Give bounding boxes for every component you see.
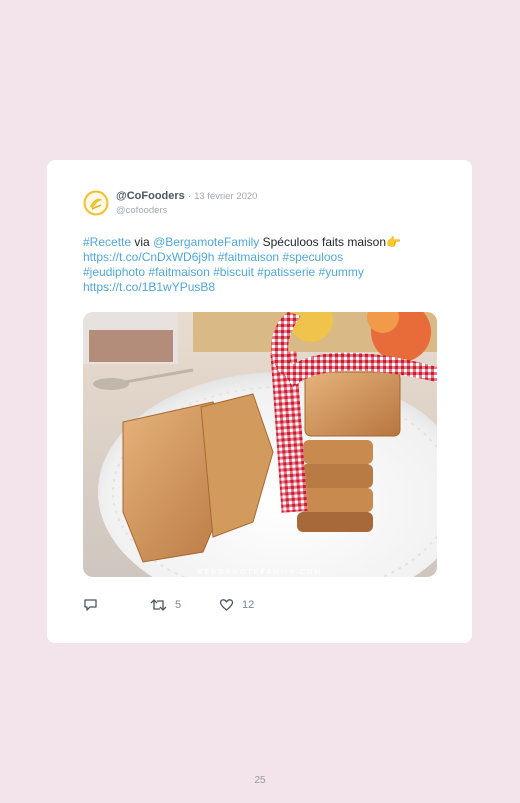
hashtag-link[interactable]: #yummy — [319, 265, 364, 279]
name-line: @CoFooders · 13 février 2020 — [116, 190, 257, 203]
hashtag-link[interactable]: #biscuit — [213, 265, 254, 279]
tweet-actions: 5 12 — [83, 598, 443, 614]
text-title: Spéculoos faits maison — [262, 235, 387, 249]
hashtag-link[interactable]: #faitmaison — [148, 265, 209, 279]
heart-icon — [219, 599, 234, 611]
retweet-count: 5 — [175, 599, 182, 611]
hashtag-link[interactable]: #Recette — [83, 235, 131, 249]
tweet-text: #Recette via @BergamoteFamily Spéculoos … — [83, 235, 443, 295]
page-number: 25 — [254, 775, 266, 786]
tweet-header: @CoFooders · 13 février 2020 @cofooders — [116, 190, 257, 216]
reply-icon — [84, 599, 97, 611]
hashtag-link[interactable]: #patisserie — [257, 265, 315, 279]
like-count: 12 — [242, 599, 255, 611]
separator: · — [187, 191, 192, 202]
hashtag-link[interactable]: #jeudiphoto — [83, 265, 145, 279]
tweet-photo[interactable]: BERGAMOTEFAMILY.COM — [83, 312, 437, 577]
avatar[interactable] — [83, 190, 109, 216]
cofooders-logo-icon — [83, 190, 109, 216]
hashtag-link[interactable]: #speculoos — [282, 250, 343, 264]
display-name[interactable]: @CoFooders — [116, 190, 185, 202]
reply-button[interactable] — [83, 598, 98, 612]
hashtag-link[interactable]: #faitmaison — [218, 250, 279, 264]
retweet-icon — [150, 599, 167, 611]
tweet-card: @CoFooders · 13 février 2020 @cofooders … — [47, 160, 472, 643]
user-handle[interactable]: @cofooders — [116, 205, 257, 216]
url-link[interactable]: https://t.co/1B1wYPusB8 — [83, 280, 215, 294]
like-button[interactable]: 12 — [219, 598, 254, 612]
tweet-date[interactable]: 13 février 2020 — [194, 191, 257, 202]
retweet-button[interactable]: 5 — [150, 598, 181, 612]
text-via: via — [134, 235, 150, 249]
photo-watermark: BERGAMOTEFAMILY.COM — [198, 569, 322, 576]
url-link[interactable]: https://t.co/CnDxWD6j9h — [83, 250, 214, 264]
pointing-emoji: 👉 — [386, 235, 401, 249]
mention-link[interactable]: @BergamoteFamily — [153, 235, 259, 249]
